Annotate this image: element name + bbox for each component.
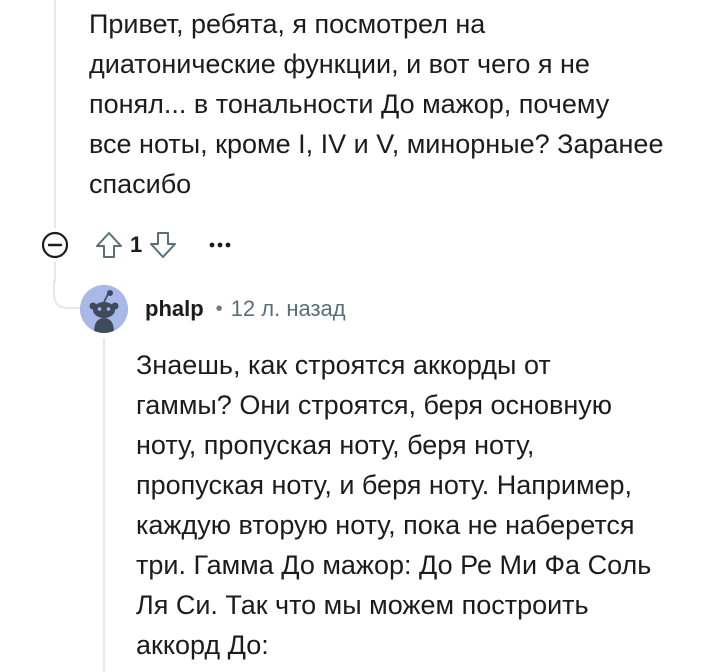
parent-comment-body: Привет, ребята, я посмотрел на диатониче… (89, 4, 699, 204)
reply-author[interactable]: phalp (145, 296, 204, 322)
parent-comment-line: диатонические функции, и вот чего я не (89, 49, 590, 79)
parent-comment-line: спасибо (89, 169, 192, 199)
reply-comment-line: три. Гамма До мажор: До Ре Ми Фа Соль (136, 550, 652, 580)
downvote-arrow-icon (150, 232, 177, 258)
reply-comment-body: Знаешь, как строятся аккорды от гаммы? О… (136, 345, 706, 665)
reply-comment-line: пропуская ноту, и беря ноту. Например, (136, 470, 633, 500)
reply-header: phalp • 12 л. назад (80, 284, 346, 334)
upvote-button[interactable] (92, 228, 126, 262)
avatar[interactable] (80, 285, 128, 333)
parent-comment-line: понял... в тональности До мажор, почему (89, 89, 610, 119)
reply-comment-line: Знаешь, как строятся аккорды от (136, 350, 551, 380)
reply-comment-line: аккорд До: (136, 630, 269, 660)
downvote-button[interactable] (146, 228, 180, 262)
more-options-button[interactable] (200, 228, 240, 262)
reply-comment-line: Ля Си. Так что мы можем построить (136, 590, 589, 620)
reply-comment-line: гаммы? Они строятся, беря основную (136, 390, 612, 420)
ellipsis-icon (209, 242, 231, 248)
collapse-minus-icon (41, 231, 69, 259)
collapse-button[interactable] (40, 230, 70, 260)
upvote-arrow-icon (96, 232, 122, 258)
meta-separator: • (215, 297, 223, 320)
parent-comment-line: все ноты, кроме I, IV и V, минорные? Зар… (89, 129, 664, 159)
reply-comment-line: каждую вторую ноту, пока не наберется (136, 510, 635, 540)
thread-line-parent-lower (54, 262, 56, 282)
parent-comment-line: Привет, ребята, я посмотрел на (89, 9, 486, 39)
reply-timestamp[interactable]: 12 л. назад (231, 296, 346, 322)
snoo-avatar-icon (80, 285, 128, 333)
thread-line-parent (54, 0, 56, 228)
thread-connector (53, 280, 81, 309)
vote-count: 1 (130, 232, 143, 257)
thread-line-reply (103, 338, 105, 672)
comment-action-bar: 1 (40, 228, 240, 262)
reply-comment-line: ноту, пропуская ноту, беря ноту, (136, 430, 535, 460)
